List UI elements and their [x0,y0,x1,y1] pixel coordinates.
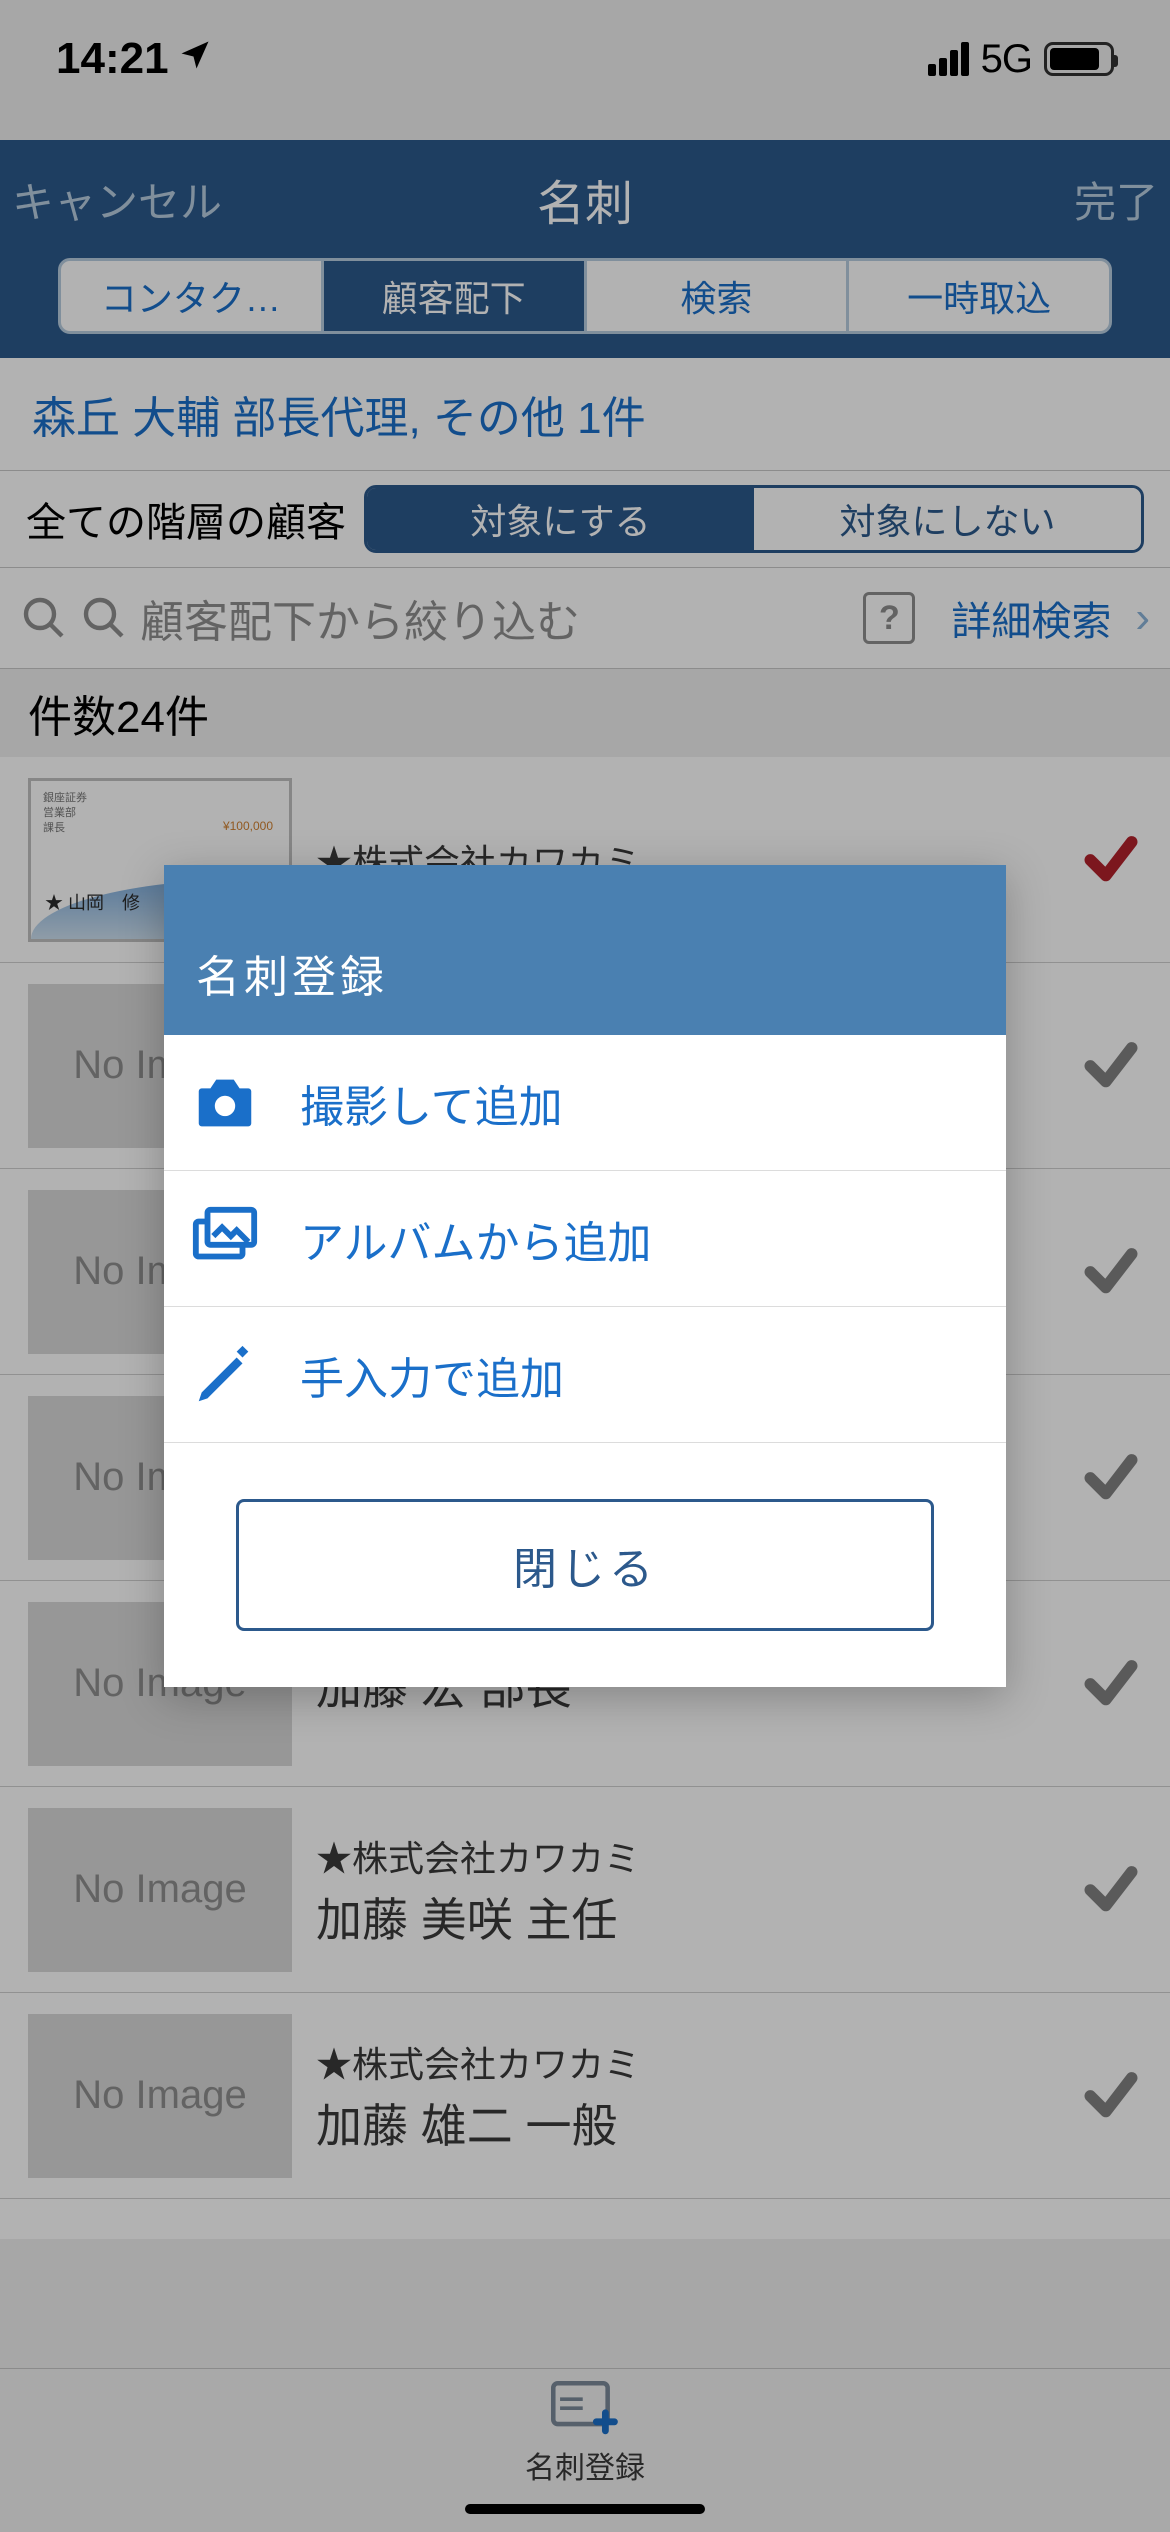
row-company: ★株式会社カワカミ [316,2036,1056,2088]
status-time: 14:21 [56,34,169,84]
modal-item-camera[interactable]: 撮影して追加 [164,1035,1006,1171]
location-arrow-icon [177,34,213,84]
check-icon[interactable] [1080,1859,1142,1921]
done-button[interactable]: 完了 [918,169,1158,230]
close-button[interactable]: 閉じる [236,1499,934,1631]
modal-title: 名刺登録 [164,865,1006,1035]
nav-header: キャンセル 名刺 完了 [0,140,1170,258]
modal-item-manual-label: 手入力で追加 [300,1343,564,1407]
register-card-label[interactable]: 名刺登録 [525,2443,645,2487]
network-label: 5G [981,37,1032,82]
search-row: 顧客配下から絞り込む ? 詳細検索 › [0,568,1170,669]
chevron-right-icon[interactable]: › [1135,593,1150,643]
advanced-search-link[interactable]: 詳細検索 [951,589,1111,647]
help-icon[interactable]: ? [863,592,915,644]
row-company: ★株式会社カワカミ [316,1830,1056,1882]
row-person: 加藤 雄二 一般 [316,2090,1056,2156]
search-icon-2[interactable] [80,594,128,642]
check-icon[interactable] [1080,1241,1142,1303]
home-indicator[interactable] [465,2504,705,2514]
modal-item-camera-label: 撮影して追加 [300,1071,563,1135]
check-icon[interactable] [1080,1035,1142,1097]
tab-customer-sub[interactable]: 顧客配下 [324,258,587,334]
check-icon[interactable] [1080,1653,1142,1715]
signal-icon [928,42,969,76]
list-row[interactable]: No Image ★株式会社カワカミ 加藤 美咲 主任 [0,1787,1170,1993]
list-row-partial [0,2199,1170,2239]
battery-icon [1044,42,1114,76]
no-image-thumbnail: No Image [28,2014,292,2178]
row-body: ★株式会社カワカミ 加藤 美咲 主任 [316,1830,1056,1950]
check-icon[interactable] [1080,829,1142,891]
no-image-thumbnail: No Image [28,1808,292,1972]
target-toggle-on[interactable]: 対象にする [367,488,754,550]
bottom-bar: 名刺登録 [0,2368,1170,2532]
tab-search[interactable]: 検索 [587,258,850,334]
register-modal: 名刺登録 撮影して追加 アルバムから追加 手入力で追加 閉じる [164,865,1006,1687]
tab-contact[interactable]: コンタク… [58,258,324,334]
target-toggle-off[interactable]: 対象にしない [754,488,1141,550]
row-person: 加藤 美咲 主任 [316,1884,1056,1950]
page-title: 名刺 [252,164,918,234]
search-input[interactable]: 顧客配下から絞り込む [140,586,851,650]
modal-item-album[interactable]: アルバムから追加 [164,1171,1006,1307]
row-body: ★株式会社カワカミ 加藤 雄二 一般 [316,2036,1056,2156]
list-row[interactable]: No Image ★株式会社カワカミ 加藤 雄二 一般 [0,1993,1170,2199]
tab-row: コンタク… 顧客配下 検索 一時取込 [0,258,1170,358]
check-icon[interactable] [1080,2065,1142,2127]
target-toggle: 対象にする 対象にしない [364,485,1144,553]
result-count: 件数24件 [0,669,1170,757]
check-icon[interactable] [1080,1447,1142,1509]
modal-footer: 閉じる [164,1443,1006,1687]
modal-item-album-label: アルバムから追加 [300,1207,652,1271]
segmented-tabs: コンタク… 顧客配下 検索 一時取込 [58,258,1112,334]
register-card-icon[interactable] [551,2381,619,2437]
cancel-button[interactable]: キャンセル [12,169,252,230]
app-root: 14:21 5G キャンセル 名刺 完了 コンタク… 顧客配下 検索 一時取込 … [0,0,1170,2532]
target-label: 全ての階層の顧客 [26,490,364,548]
tab-temp-import[interactable]: 一時取込 [849,258,1112,334]
target-row: 全ての階層の顧客 対象にする 対象にしない [0,471,1170,568]
modal-item-manual[interactable]: 手入力で追加 [164,1307,1006,1443]
status-left: 14:21 [56,34,213,84]
camera-icon [190,1068,260,1138]
status-bar: 14:21 5G [0,0,1170,140]
search-icon[interactable] [20,594,68,642]
status-right: 5G [928,37,1114,82]
selected-persons-bar[interactable]: 森丘 大輔 部長代理, その他 1件 [0,358,1170,471]
album-icon [190,1204,260,1274]
pencil-icon [190,1340,260,1410]
